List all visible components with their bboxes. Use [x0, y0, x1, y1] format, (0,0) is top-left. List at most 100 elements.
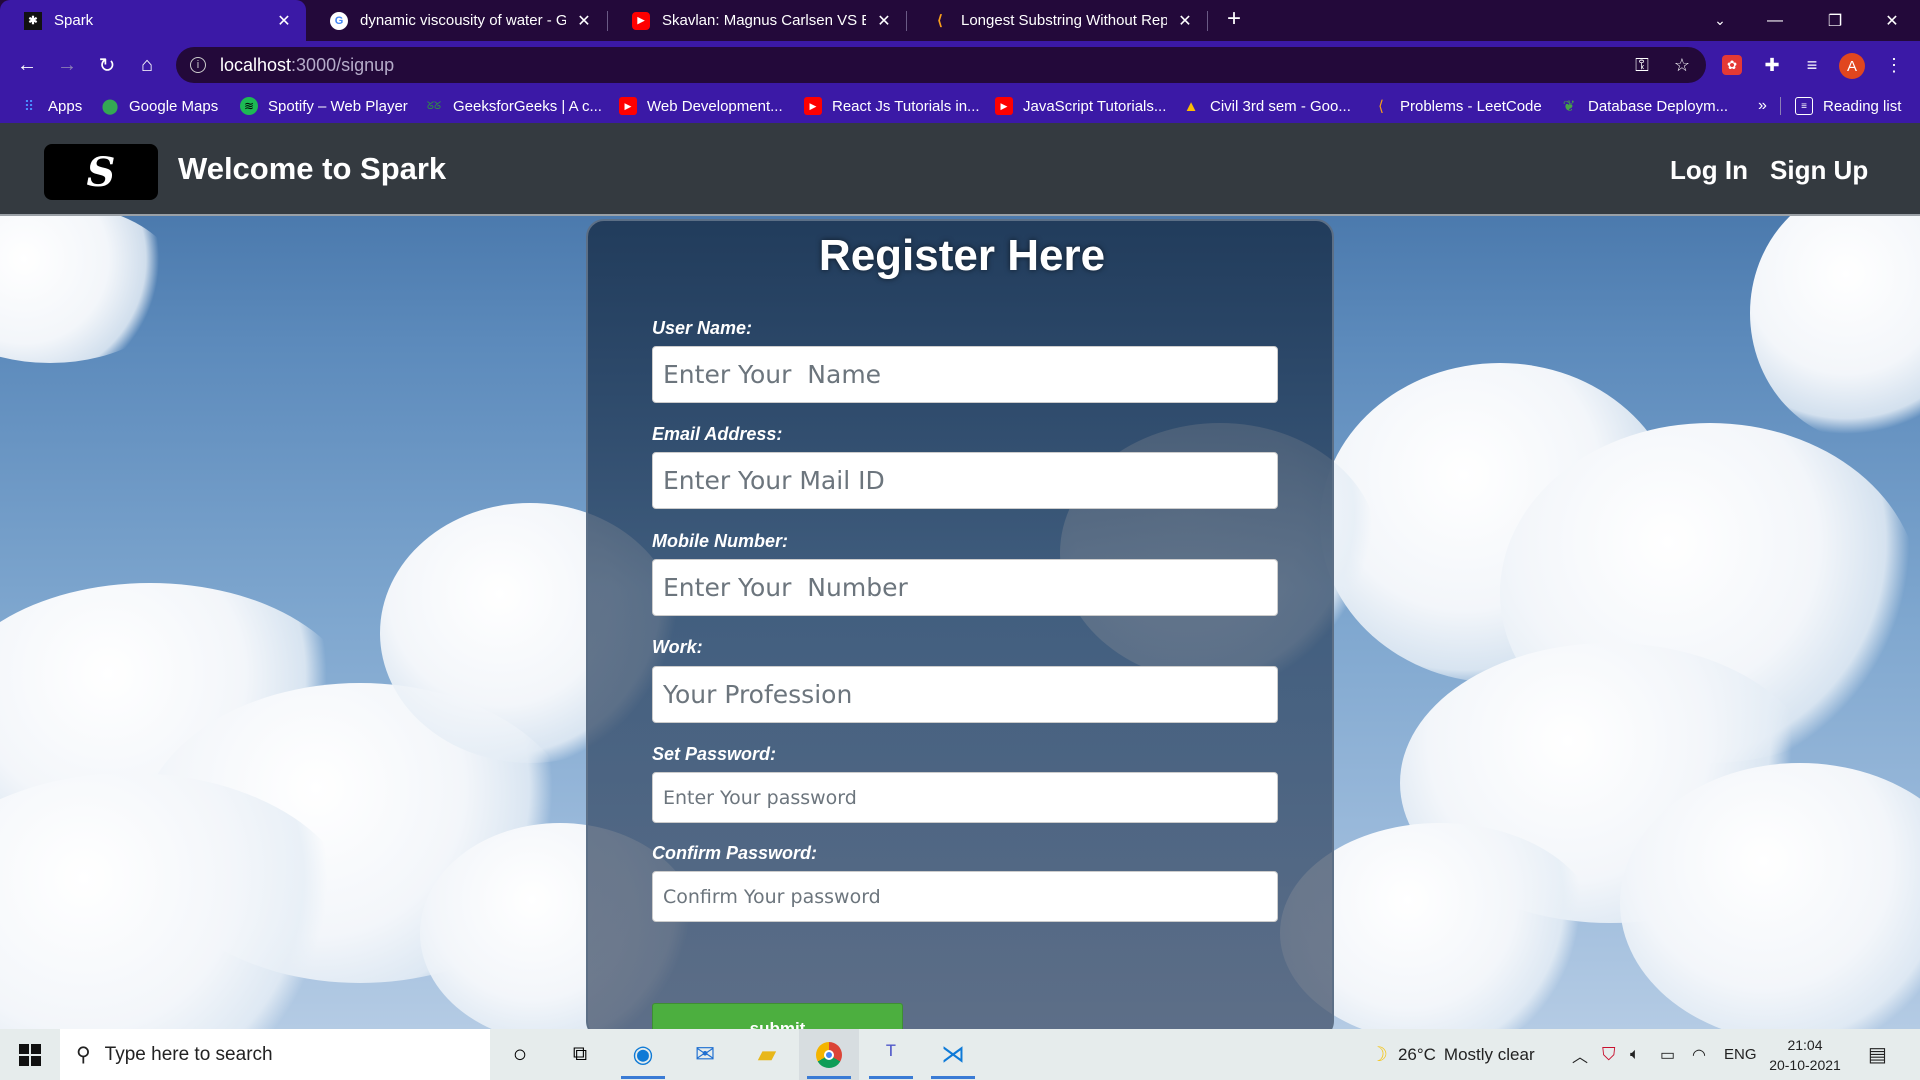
- bookmarks-overflow-button[interactable]: »: [1758, 89, 1767, 123]
- bookmark-label: Civil 3rd sem - Goo...: [1210, 97, 1351, 115]
- cortana-icon[interactable]: ○: [490, 1029, 550, 1080]
- home-icon[interactable]: ⌂: [133, 51, 161, 79]
- bookmarks-bar: ⠿ Apps ⬤ Google Maps ≋ Spotify – Web Pla…: [0, 89, 1920, 123]
- tab-separator: [1207, 11, 1208, 31]
- confirm-password-input[interactable]: [652, 871, 1278, 922]
- back-icon[interactable]: ←: [13, 51, 41, 79]
- profile-avatar[interactable]: A: [1839, 53, 1865, 79]
- taskbar: ⚲ Type here to search ○ ⧉ ◉ ✉ ▰ ᵀ ⋊ ☽ 26…: [0, 1029, 1920, 1080]
- apps-grid-icon: ⠿: [23, 97, 35, 114]
- search-icon: ⚲: [76, 1044, 91, 1066]
- bookmark-google-maps[interactable]: ⬤ Google Maps: [101, 89, 219, 123]
- tab-youtube[interactable]: ▶ Skavlan: Magnus Carlsen VS Bill C ✕: [608, 0, 906, 41]
- notification-center-icon[interactable]: ▤: [1868, 1029, 1887, 1080]
- moon-weather-icon: ☽: [1370, 1044, 1388, 1066]
- register-title: Register Here: [818, 231, 1106, 280]
- email-label: Email Address:: [652, 424, 783, 444]
- tray-overflow-icon[interactable]: ︿: [1572, 1029, 1588, 1080]
- bookmark-geeksforgeeks[interactable]: ᘜᘜ GeeksforGeeks | A c...: [425, 89, 602, 123]
- site-navbar: S Welcome to Spark Log In Sign Up: [0, 123, 1920, 216]
- reading-list-icon: ≡: [1795, 97, 1813, 115]
- teams-icon[interactable]: ᵀ: [861, 1029, 921, 1080]
- page-viewport: S Welcome to Spark Log In Sign Up Regist…: [0, 123, 1920, 1029]
- window-close-icon[interactable]: ✕: [1862, 0, 1920, 41]
- restore-icon[interactable]: ❐: [1805, 0, 1865, 41]
- tab-strip: ✱ Spark ✕ G dynamic viscousity of water …: [0, 0, 1920, 41]
- bookmark-label: GeeksforGeeks | A c...: [453, 97, 602, 115]
- weather-text: Mostly clear: [1443, 1044, 1535, 1064]
- bookmark-leetcode[interactable]: ⟨ Problems - LeetCode: [1372, 89, 1542, 123]
- search-placeholder: Type here to search: [104, 1043, 273, 1065]
- battery-icon[interactable]: ▭: [1660, 1029, 1675, 1080]
- wifi-icon[interactable]: ◠: [1692, 1029, 1706, 1080]
- weather-widget[interactable]: ☽ 26°C Mostly clear: [1370, 1029, 1535, 1080]
- reading-list-button[interactable]: ≡ Reading list: [1795, 89, 1901, 123]
- file-explorer-icon[interactable]: ▰: [737, 1029, 797, 1080]
- system-clock[interactable]: 21:04 20-10-2021: [1760, 1035, 1850, 1075]
- bookmark-apps[interactable]: ⠿ Apps: [20, 89, 82, 123]
- google-drive-icon: ▲: [1183, 97, 1199, 115]
- bookmark-label: Apps: [48, 97, 83, 115]
- extension-icon[interactable]: ✿: [1722, 55, 1742, 75]
- bookmark-label: Google Maps: [129, 97, 219, 115]
- bookmark-react-tutorials[interactable]: ▶ React Js Tutorials in...: [804, 89, 980, 123]
- mcafee-shield-icon[interactable]: ⛉: [1602, 1029, 1616, 1080]
- mail-icon[interactable]: ✉: [675, 1029, 735, 1080]
- submit-button[interactable]: submit: [652, 1003, 903, 1029]
- tab-title: Longest Substring Without Repe: [961, 12, 1167, 29]
- close-icon[interactable]: ✕: [574, 11, 594, 31]
- taskbar-search[interactable]: ⚲ Type here to search: [60, 1029, 490, 1080]
- address-bar[interactable]: i localhost:3000/signup ⚿ ☆: [176, 47, 1706, 83]
- bookmark-civil-3rd-sem[interactable]: ▲ Civil 3rd sem - Goo...: [1182, 89, 1351, 123]
- site-brand[interactable]: Welcome to Spark: [178, 151, 446, 187]
- login-link[interactable]: Log In: [1670, 155, 1748, 186]
- bookmark-spotify[interactable]: ≋ Spotify – Web Player: [240, 89, 408, 123]
- username-input[interactable]: [652, 346, 1278, 403]
- menu-kebab-icon[interactable]: ⋮: [1880, 51, 1908, 79]
- site-info-icon[interactable]: i: [190, 57, 206, 73]
- tab-leetcode[interactable]: ⟨ Longest Substring Without Repe ✕: [907, 0, 1207, 41]
- password-input[interactable]: [652, 772, 1278, 823]
- spark-logo[interactable]: S: [44, 144, 158, 200]
- bookmark-database-deployment[interactable]: ❦ Database Deploym...: [1560, 89, 1728, 123]
- close-icon[interactable]: ✕: [874, 11, 894, 31]
- forward-icon[interactable]: →: [53, 51, 81, 79]
- close-icon[interactable]: ✕: [1175, 11, 1195, 31]
- close-icon[interactable]: ✕: [274, 11, 294, 31]
- task-view-icon[interactable]: ⧉: [550, 1029, 610, 1080]
- chrome-logo-icon: [816, 1041, 842, 1068]
- confirm-password-label: Confirm Password:: [652, 843, 818, 863]
- work-input[interactable]: [652, 666, 1278, 723]
- tab-title: dynamic viscousity of water - Go: [360, 12, 566, 29]
- vscode-icon[interactable]: ⋊: [923, 1029, 983, 1080]
- tab-spark[interactable]: ✱ Spark ✕: [0, 0, 306, 41]
- minimize-icon[interactable]: —: [1745, 0, 1805, 41]
- bookmark-star-icon[interactable]: ☆: [1670, 53, 1694, 77]
- tab-search-icon[interactable]: ⌄: [1690, 0, 1750, 41]
- edge-icon[interactable]: ◉: [613, 1029, 673, 1080]
- youtube-icon: ▶: [804, 97, 822, 115]
- mobile-input[interactable]: [652, 559, 1278, 616]
- media-control-icon[interactable]: ≡: [1798, 51, 1826, 79]
- tab-google[interactable]: G dynamic viscousity of water - Go ✕: [306, 0, 606, 41]
- signup-link[interactable]: Sign Up: [1770, 155, 1868, 186]
- key-icon[interactable]: ⚿: [1630, 53, 1654, 77]
- chrome-icon[interactable]: [799, 1029, 859, 1080]
- bookmark-web-development[interactable]: ▶ Web Development...: [619, 89, 783, 123]
- spark-favicon-icon: ✱: [24, 11, 42, 30]
- puzzle-extensions-icon[interactable]: ✚: [1758, 51, 1786, 79]
- new-tab-button[interactable]: +: [1222, 7, 1246, 32]
- windows-start-button[interactable]: [0, 1029, 60, 1080]
- bookmarks-divider: [1780, 97, 1781, 115]
- tab-title: Skavlan: Magnus Carlsen VS Bill C: [662, 12, 866, 29]
- gfg-icon: ᘜᘜ: [426, 99, 442, 112]
- language-indicator[interactable]: ENG: [1724, 1029, 1757, 1080]
- weather-temp: 26°C: [1397, 1044, 1436, 1064]
- email-input[interactable]: [652, 452, 1278, 509]
- url-path: :3000/signup: [291, 54, 395, 75]
- bookmark-label: Database Deploym...: [1588, 97, 1729, 115]
- reload-icon[interactable]: ↻: [93, 51, 121, 79]
- bookmark-javascript-tutorials[interactable]: ▶ JavaScript Tutorials...: [995, 89, 1166, 123]
- volume-icon[interactable]: 🔈︎: [1630, 1029, 1640, 1080]
- bookmark-label: React Js Tutorials in...: [832, 97, 980, 115]
